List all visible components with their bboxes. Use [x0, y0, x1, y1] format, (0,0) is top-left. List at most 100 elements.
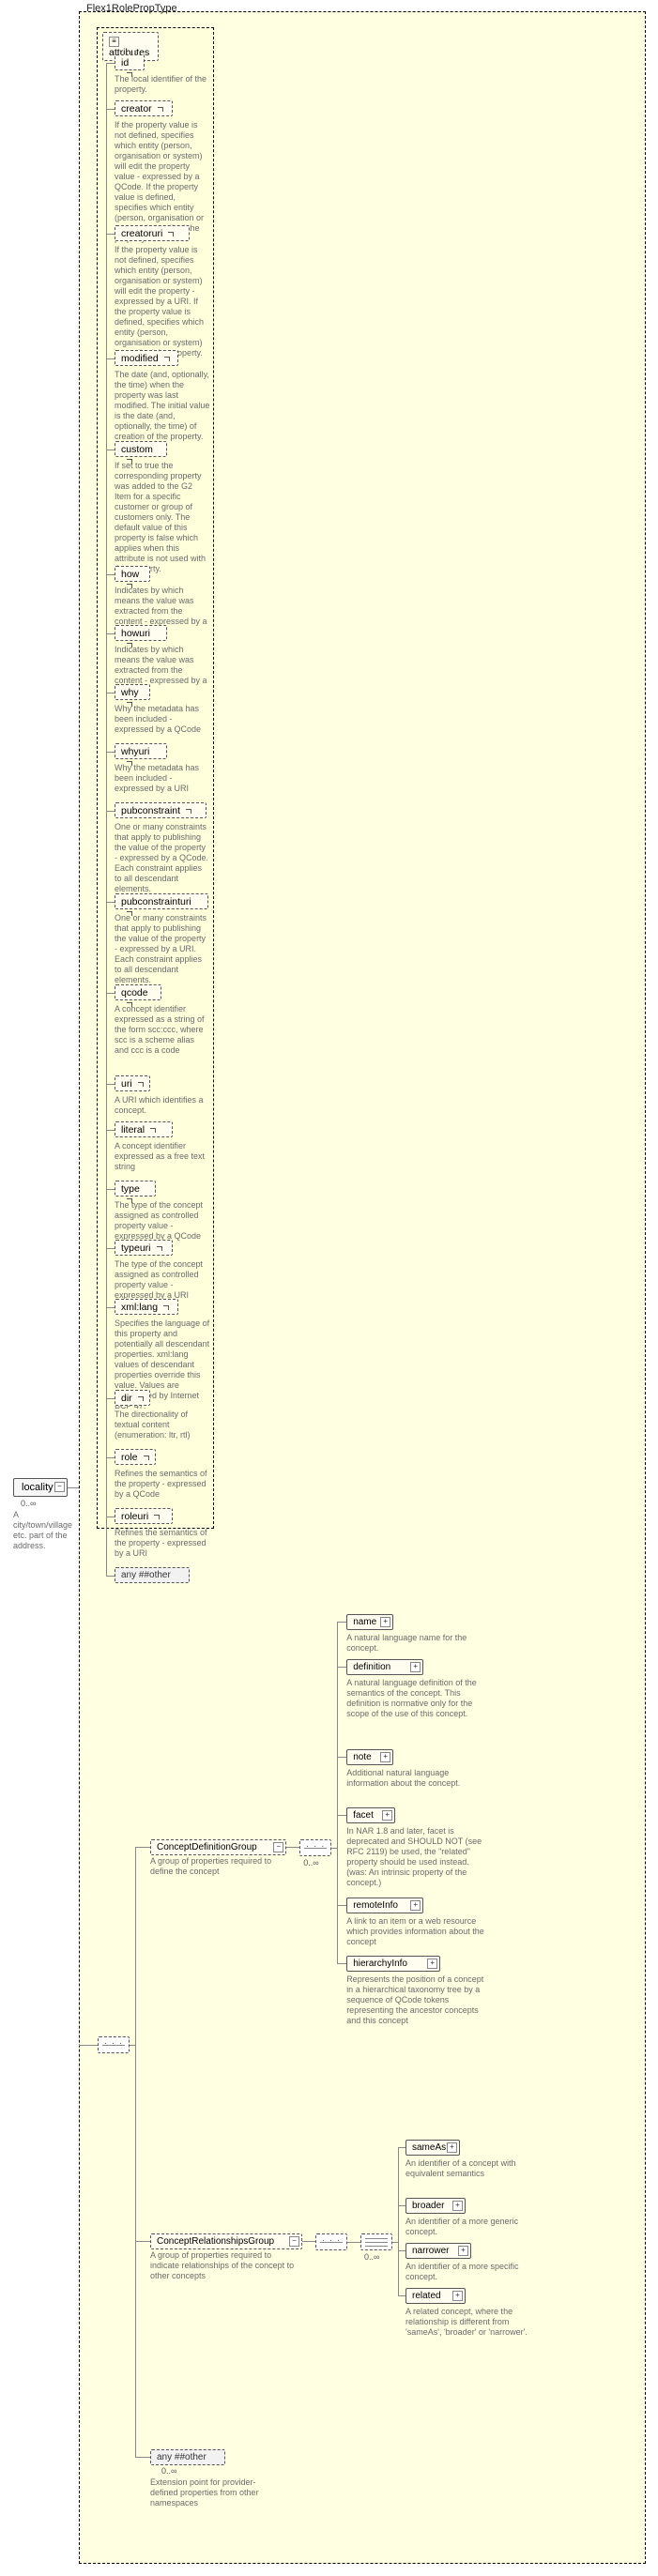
any-other-attr: any ##other [115, 1567, 190, 1583]
attr-desc: The directionality of textual content (e… [115, 1410, 210, 1440]
attr-conn [106, 693, 115, 694]
sequence-cdef: · · · [299, 1839, 331, 1856]
expand-icon[interactable]: + [427, 1959, 437, 1969]
attr-label: creator [121, 103, 152, 114]
expand-icon[interactable]: + [452, 2291, 463, 2301]
expand-icon[interactable]: − [273, 1842, 283, 1852]
attr-custom: custom [115, 441, 167, 457]
attr-label: whyuri [121, 746, 149, 757]
child-related: related+ [406, 2288, 466, 2304]
child-broader: broader+ [406, 2198, 466, 2214]
attr-corner-icon [148, 1126, 156, 1134]
attr-corner-icon [166, 230, 174, 237]
attr-role: role [115, 1449, 156, 1465]
attr-desc: Refines the semantics of the property - … [115, 1469, 210, 1500]
child-definition: definition+ [346, 1659, 423, 1675]
attr-desc: Why the metadata has been included - exp… [115, 704, 210, 735]
child-desc-hierarchyInfo: Represents the position of a concept in … [346, 1974, 487, 2026]
attr-roleuri: roleuri [115, 1508, 173, 1524]
cdef-child-conn [337, 1963, 346, 1964]
attr-desc: One or many constraints that apply to pu… [115, 822, 210, 894]
expand-icon[interactable]: − [54, 1482, 65, 1492]
child-remoteInfo: remoteInfo+ [346, 1898, 423, 1913]
attr-conn [106, 1189, 115, 1190]
child-desc-name: A natural language name for the concept. [346, 1633, 487, 1654]
attr-corner-icon [184, 807, 191, 815]
main-branch-conn [135, 2241, 150, 2242]
expand-icon[interactable]: + [380, 1752, 390, 1762]
switch-crel-occ: 0..∞ [364, 2252, 379, 2262]
attr-typeuri: typeuri [115, 1240, 173, 1256]
attr-desc: The type of the concept assigned as cont… [115, 1259, 210, 1301]
root-desc: A city/town/village etc. part of the add… [13, 1510, 79, 1551]
child-desc-sameAs: An identifier of a concept with equivale… [406, 2158, 546, 2179]
type-label: Flex1RolePropType [86, 3, 177, 14]
attr-conn [106, 1248, 115, 1249]
expand-icon[interactable]: + [382, 1810, 392, 1821]
attr-desc: A URI which identifies a concept. [115, 1095, 210, 1116]
crel-child-conn [398, 2205, 406, 2206]
attr-label: role [121, 1452, 138, 1463]
attr-desc: If the property value is not defined, sp… [115, 245, 210, 358]
child-hierarchyInfo: hierarchyInfo+ [346, 1956, 440, 1972]
attr-corner-icon [156, 105, 163, 113]
expand-icon[interactable]: − [289, 2236, 299, 2247]
root-connector [68, 1487, 79, 1488]
attr-label: id [121, 57, 129, 69]
attr-label: creatoruri [121, 228, 162, 239]
cdef-child-conn [337, 1757, 346, 1758]
crel-seq-sw-conn [347, 2242, 360, 2243]
attr-desc: One or many constraints that apply to pu… [115, 913, 210, 985]
expand-icon[interactable]: + [447, 2142, 457, 2153]
attr-pubconstraint: pubconstraint [115, 802, 207, 818]
attr-pubconstrainturi: pubconstrainturi [115, 893, 208, 909]
attr-desc: A concept identifier expressed as a free… [115, 1141, 210, 1172]
attr-conn [106, 234, 115, 235]
crel-sw-spine-v1 [398, 2147, 399, 2242]
attr-corner-icon [161, 1303, 169, 1311]
expand-icon[interactable]: + [458, 2246, 468, 2256]
cdef-child-conn [337, 1905, 346, 1906]
attr-dir: dir [115, 1390, 150, 1406]
child-facet: facet+ [346, 1807, 395, 1823]
attr-desc: The date (and, optionally, the time) whe… [115, 370, 210, 442]
attr-desc: The type of the concept assigned as cont… [115, 1200, 210, 1242]
attr-corner-icon [152, 1513, 160, 1520]
attr-label: howuri [121, 628, 150, 639]
any-other-occ: 0..∞ [161, 2466, 176, 2476]
any-other-desc: Extension point for provider-defined pro… [150, 2477, 272, 2508]
sequence-crel: · · · [315, 2233, 347, 2250]
attr-desc: Why the metadata has been included - exp… [115, 763, 210, 794]
attr-desc: The local identifier of the property. [115, 74, 210, 95]
attr-label: pubconstrainturi [121, 896, 191, 907]
attr-conn [106, 574, 115, 575]
child-note: note+ [346, 1749, 393, 1765]
main-branch-conn [135, 2457, 150, 2458]
attr-corner-icon [136, 1080, 144, 1088]
expand-icon[interactable]: + [452, 2201, 463, 2211]
child-desc-broader: An identifier of a more generic concept. [406, 2217, 546, 2237]
attr-label: why [121, 687, 139, 698]
seq-conn-left [79, 2045, 98, 2046]
child-sameAs: sameAs+ [406, 2140, 460, 2156]
attr-corner-icon [136, 1395, 144, 1402]
attr-conn [106, 109, 115, 110]
expand-icon[interactable]: + [380, 1617, 390, 1627]
attr-desc: A concept identifier expressed as a stri… [115, 1004, 210, 1056]
attr-corner-icon [142, 1454, 149, 1461]
expand-icon[interactable]: + [410, 1900, 421, 1911]
cdef-child-conn [337, 1815, 346, 1816]
expand-icon[interactable]: + [410, 1662, 421, 1672]
attr-conn [106, 993, 115, 994]
attr-label: pubconstraint [121, 805, 180, 816]
cdef-seq-conn [286, 1847, 299, 1848]
attr-uri: uri [115, 1075, 150, 1091]
cdef-seq-spine-v1 [337, 1622, 338, 1848]
group-crel-desc: A group of properties required to indica… [150, 2250, 302, 2281]
canvas: Flex1RolePropType ≡ attributes locality … [0, 0, 658, 2576]
attr-desc: Refines the semantics of the property - … [115, 1528, 210, 1559]
crel-seq-conn [302, 2241, 315, 2242]
attr-why: why [115, 684, 150, 700]
root-name: locality [22, 1482, 54, 1493]
group-concept-relationships: ConceptRelationshipsGroup− [150, 2233, 302, 2249]
